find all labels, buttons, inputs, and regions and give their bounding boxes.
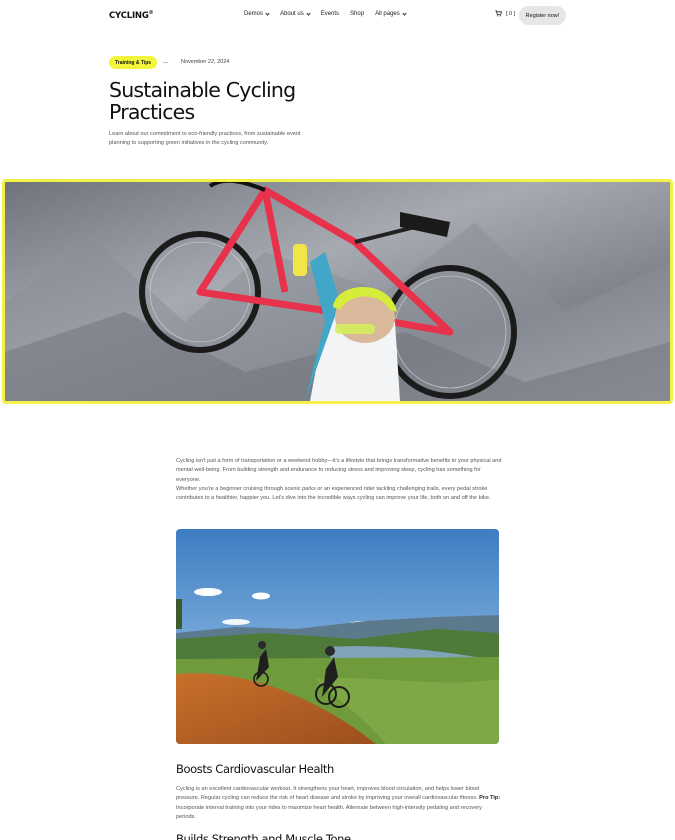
cart-count: [ 0 ]: [506, 10, 516, 17]
main-nav: Demos About us Events Shop All pages: [244, 10, 407, 17]
intro-paragraph: Whether you're a beginner cruising throu…: [176, 485, 491, 502]
chevron-down-icon: [402, 10, 407, 16]
nav-item-demos[interactable]: Demos: [244, 10, 270, 17]
category-badge[interactable]: Training & Tips: [109, 56, 158, 69]
nav-item-events[interactable]: Events: [321, 11, 339, 17]
pro-tip-text: Incorporate interval training into your …: [176, 804, 482, 820]
page-subtitle: Learn about our commitment to eco-friend…: [109, 131, 301, 146]
site-logo[interactable]: CYCLING®: [109, 10, 154, 21]
cart-icon: [495, 10, 502, 17]
chevron-down-icon: [265, 10, 270, 16]
intro-paragraph: Cycling isn't just a form of transportat…: [176, 458, 502, 483]
hero-image: [2, 179, 673, 404]
nav-item-about-us[interactable]: About us: [280, 10, 311, 17]
pro-tip-label: Pro Tip:: [479, 795, 501, 802]
chevron-down-icon: [306, 10, 311, 16]
nav-item-all-pages[interactable]: All pages: [375, 10, 407, 17]
page-title: Sustainable Cycling Practices: [109, 78, 296, 124]
nav-item-shop[interactable]: Shop: [350, 11, 364, 17]
register-button[interactable]: Register now!: [519, 6, 566, 25]
post-date: November 22, 2024: [181, 59, 230, 65]
section-heading: Boosts Cardiovascular Health: [176, 762, 334, 776]
cart-button[interactable]: [ 0 ]: [495, 10, 515, 17]
section-text: Cycling is an excellent cardiovascular w…: [176, 785, 502, 822]
section-paragraph: Cycling is an excellent cardiovascular w…: [176, 786, 480, 802]
section-heading: Builds Strength and Muscle Tone: [176, 832, 351, 840]
article-intro: Cycling isn't just a form of transportat…: [176, 457, 502, 503]
meta-divider: [163, 62, 168, 63]
site-header: CYCLING® Demos About us Events Shop All …: [0, 0, 675, 32]
article-photo: [176, 529, 499, 744]
